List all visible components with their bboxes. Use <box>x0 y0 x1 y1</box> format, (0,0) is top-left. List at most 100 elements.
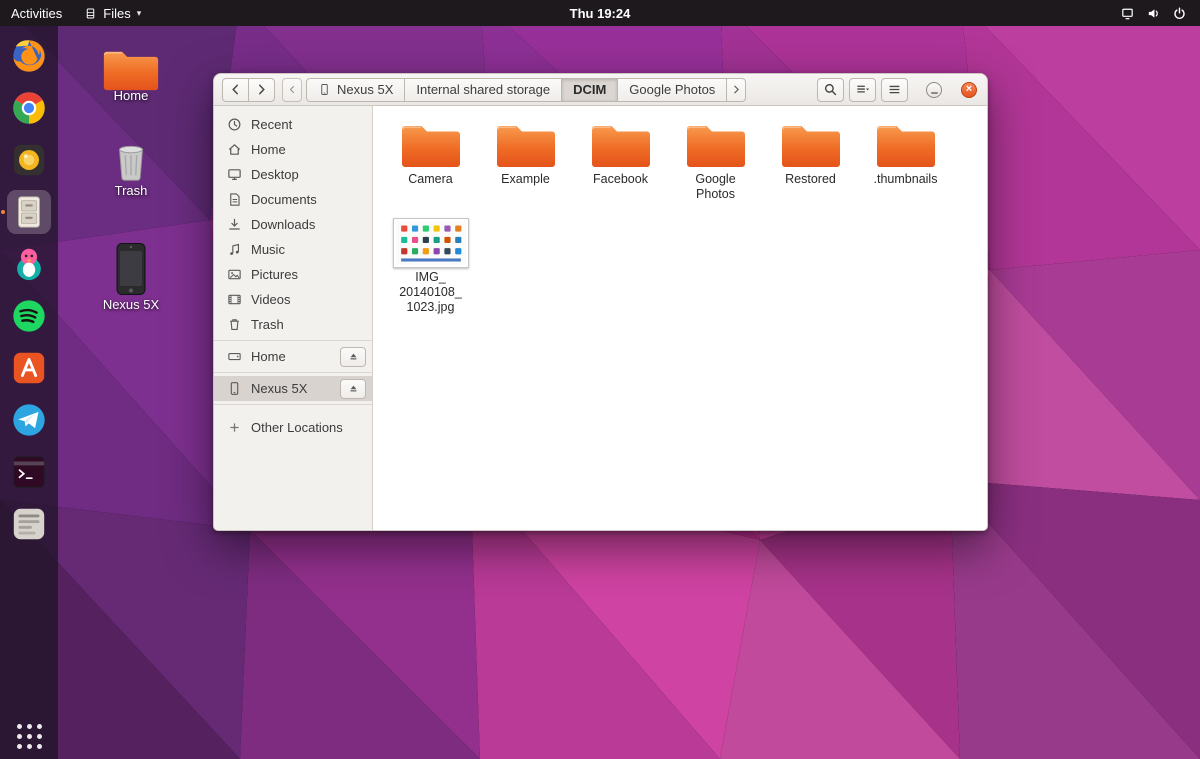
display-icon <box>1120 6 1135 21</box>
search-button[interactable] <box>817 78 844 102</box>
desktop-icon <box>227 167 242 182</box>
dock-item-files-icon[interactable] <box>7 190 51 234</box>
phone-icon <box>227 381 242 396</box>
folder-icon <box>400 120 462 170</box>
window-controls: × <box>926 82 977 98</box>
folder-thumbnails[interactable]: .thumbnails <box>858 118 953 189</box>
sidebar-item-label: Videos <box>251 292 291 307</box>
sidebar-item-home[interactable]: Home <box>214 344 372 369</box>
header-bar: Nexus 5X Internal shared storage DCIM Googl… <box>213 73 988 106</box>
minimize-button[interactable] <box>926 82 942 98</box>
sidebar-item-music[interactable]: Music <box>214 237 372 262</box>
sidebar-item-downloads[interactable]: Downloads <box>214 212 372 237</box>
trash-icon <box>111 140 151 182</box>
sidebar-item-other-locations[interactable]: Other Locations <box>214 415 372 440</box>
sidebar-item-trash[interactable]: Trash <box>214 312 372 337</box>
home-folder-icon <box>102 46 160 93</box>
home-icon <box>227 142 242 157</box>
path-segment-google-photos[interactable]: Google Photos <box>617 78 727 102</box>
desktop-icon-label: Trash <box>115 184 148 198</box>
sidebar-item-label: Nexus 5X <box>251 381 307 396</box>
eject-button[interactable] <box>340 347 366 367</box>
folder-icon <box>495 120 557 170</box>
activities-button[interactable]: Activities <box>0 0 73 26</box>
documents-icon <box>227 192 242 207</box>
sidebar-item-label: Recent <box>251 117 292 132</box>
app-menu[interactable]: Files ▾ <box>73 0 152 26</box>
path-scroll-right-button[interactable] <box>726 78 746 102</box>
sidebar-item-label: Downloads <box>251 217 315 232</box>
system-menu[interactable] <box>1107 6 1200 21</box>
desktop-icon-label: Nexus 5X <box>103 298 159 312</box>
folder-label: Facebook <box>593 172 648 187</box>
path-segment-label: Internal shared storage <box>416 82 550 97</box>
folder-facebook[interactable]: Facebook <box>573 118 668 189</box>
phone-icon <box>113 242 149 296</box>
sidebar-item-nexus-5x[interactable]: Nexus 5X <box>214 376 372 401</box>
folder-icon <box>685 120 747 170</box>
folder-camera[interactable]: Camera <box>383 118 478 189</box>
sidebar-item-label: Other Locations <box>251 420 343 435</box>
dock-item-terminal-icon[interactable] <box>7 450 51 494</box>
recent-icon <box>227 117 242 132</box>
folder-label: Camera <box>408 172 452 187</box>
folder-google-photos[interactable]: Google Photos <box>668 118 763 204</box>
path-segment-label: Google Photos <box>629 82 715 97</box>
path-segment-label: DCIM <box>573 82 606 97</box>
dock-item-firefox-icon[interactable] <box>7 34 51 78</box>
forward-button[interactable] <box>248 78 275 102</box>
close-button[interactable]: × <box>961 82 977 98</box>
path-segment-nexus-5x[interactable]: Nexus 5X <box>306 78 405 102</box>
folder-icon <box>875 120 937 170</box>
sidebar-item-documents[interactable]: Documents <box>214 187 372 212</box>
menu-button[interactable] <box>881 78 908 102</box>
show-applications-button[interactable] <box>17 724 42 749</box>
caret-down-icon: ▾ <box>137 8 142 19</box>
trash-icon <box>227 317 242 332</box>
dock-item-telegram-icon[interactable] <box>7 398 51 442</box>
sidebar-item-label: Music <box>251 242 285 257</box>
desktop-icon-label: Home <box>114 89 149 103</box>
sidebar-item-recent[interactable]: Recent <box>214 112 372 137</box>
dock-item-editor-icon[interactable] <box>7 502 51 546</box>
dock-item-chrome-icon[interactable] <box>7 86 51 130</box>
sidebar-item-label: Home <box>251 142 286 157</box>
phone-icon <box>318 83 331 96</box>
folder-example[interactable]: Example <box>478 118 573 189</box>
path-segment-internal-shared-storage[interactable]: Internal shared storage <box>404 78 562 102</box>
desktop-icon-nexus-5x[interactable]: Nexus 5X <box>100 242 162 312</box>
folder-label: Google Photos <box>680 172 752 202</box>
window-body: Recent Home DesktopDocuments Downloads Music… <box>213 106 988 531</box>
path-scroll-left-button[interactable] <box>282 78 302 102</box>
file-view: Camera Example Facebook Google Photos Restor… <box>373 106 987 530</box>
view-options-button[interactable] <box>849 78 876 102</box>
desktop: Activities Files ▾ Thu 19:24 <box>0 0 1200 759</box>
dock-item-camera-icon[interactable] <box>7 138 51 182</box>
power-icon <box>1172 6 1187 21</box>
pictures-icon <box>227 267 242 282</box>
sidebar-item-home[interactable]: Home <box>214 137 372 162</box>
sidebar-item-pictures[interactable]: Pictures <box>214 262 372 287</box>
folder-label: Restored <box>785 172 836 187</box>
dock-item-spotify-icon[interactable] <box>7 294 51 338</box>
files-window: Nexus 5X Internal shared storage DCIM Googl… <box>213 73 988 531</box>
path-segment-dcim[interactable]: DCIM <box>561 78 618 102</box>
top-bar: Activities Files ▾ Thu 19:24 <box>0 0 1200 26</box>
drive-icon <box>227 349 242 364</box>
file-grid: IMG_20140108_1023.jpg <box>383 216 981 321</box>
file-img-20140108-1023-jpg[interactable]: IMG_20140108_1023.jpg <box>383 216 478 317</box>
sidebar: Recent Home DesktopDocuments Downloads Music… <box>214 106 373 530</box>
folder-restored[interactable]: Restored <box>763 118 858 189</box>
sidebar-item-videos[interactable]: Videos <box>214 287 372 312</box>
dock-item-software-icon[interactable] <box>7 346 51 390</box>
sidebar-item-desktop[interactable]: Desktop <box>214 162 372 187</box>
desktop-icon-home[interactable]: Home <box>100 46 162 103</box>
dock-item-game-icon[interactable] <box>7 242 51 286</box>
desktop-icon-trash[interactable]: Trash <box>100 140 162 198</box>
plus-icon <box>227 420 242 435</box>
dock-items <box>7 34 51 546</box>
back-button[interactable] <box>222 78 249 102</box>
eject-button[interactable] <box>340 379 366 399</box>
clock[interactable]: Thu 19:24 <box>570 6 631 21</box>
music-icon <box>227 242 242 257</box>
